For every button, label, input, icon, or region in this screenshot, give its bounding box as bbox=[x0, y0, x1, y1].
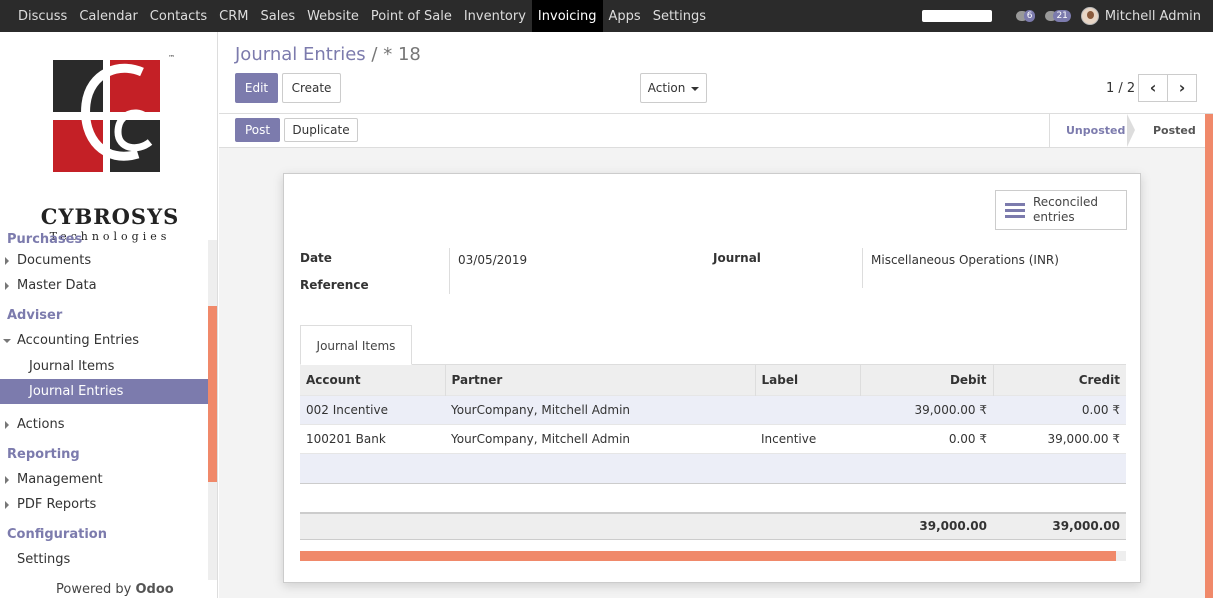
tab-journal-items[interactable]: Journal Items bbox=[300, 325, 412, 365]
menu-discuss[interactable]: Discuss bbox=[12, 0, 73, 32]
post-button[interactable]: Post bbox=[235, 118, 280, 142]
main-content: Journal Entries / * 18 Edit Create Actio… bbox=[219, 32, 1213, 598]
activities-badge: 21 bbox=[1053, 10, 1071, 22]
list-icon bbox=[1005, 200, 1025, 221]
sidebar-item-documents[interactable]: Documents bbox=[0, 248, 208, 273]
breadcrumb-journal-entries[interactable]: Journal Entries bbox=[235, 44, 366, 65]
status-pipeline: Unposted Posted bbox=[1049, 114, 1213, 147]
pager-next-button[interactable]: › bbox=[1167, 74, 1197, 102]
date-label: Date bbox=[300, 251, 332, 265]
status-posted[interactable]: Posted bbox=[1131, 114, 1213, 147]
menu-invoicing[interactable]: Invoicing bbox=[531, 0, 603, 32]
avatar[interactable] bbox=[1080, 7, 1099, 25]
sidebar-item-journal-items[interactable]: Journal Items bbox=[0, 354, 208, 379]
menu-contacts[interactable]: Contacts bbox=[144, 0, 213, 32]
chevron-right-icon: › bbox=[1178, 78, 1186, 97]
date-field[interactable]: 03/05/2019 bbox=[458, 253, 527, 267]
column-partner[interactable]: Partner bbox=[444, 365, 755, 395]
total-credit: 39,000.00 bbox=[993, 512, 1126, 540]
pager-value[interactable]: 1 / 2 bbox=[1106, 81, 1135, 96]
caret-down-icon bbox=[691, 86, 700, 91]
table-row[interactable]: 100201 Bank YourCompany, Mitchell Admin … bbox=[300, 423, 1126, 453]
reconciled-entries-button[interactable]: Reconciled entries bbox=[995, 190, 1127, 230]
sidebar-section-adviser: Adviser bbox=[7, 308, 63, 323]
duplicate-button[interactable]: Duplicate bbox=[284, 118, 358, 142]
breadcrumb-current: * 18 bbox=[383, 44, 421, 65]
messages-badge: 6 bbox=[1023, 10, 1036, 22]
menu-calendar[interactable]: Calendar bbox=[73, 0, 143, 32]
main-scrollbar-thumb[interactable] bbox=[1205, 114, 1213, 598]
menu-sales[interactable]: Sales bbox=[254, 0, 301, 32]
menu-point-of-sale[interactable]: Point of Sale bbox=[365, 0, 458, 32]
sidebar-section-configuration: Configuration bbox=[7, 527, 107, 542]
form-statusbar: Post Duplicate Unposted Posted bbox=[219, 114, 1213, 148]
column-debit[interactable]: Debit bbox=[859, 365, 993, 395]
table-row[interactable]: 002 Incentive YourCompany, Mitchell Admi… bbox=[300, 394, 1126, 424]
sidebar-scrollbar-thumb[interactable] bbox=[208, 306, 217, 482]
table-scrollbar-thumb[interactable] bbox=[300, 551, 1116, 561]
column-credit[interactable]: Credit bbox=[992, 365, 1126, 395]
sidebar-item-pdf-reports[interactable]: PDF Reports bbox=[0, 492, 208, 517]
sidebar-section-purchases: Purchases bbox=[7, 232, 83, 247]
journal-items-table: Account Partner Label Debit Credit 002 I… bbox=[300, 365, 1126, 540]
column-label[interactable]: Label bbox=[754, 365, 860, 395]
sidebar-item-actions[interactable]: Actions bbox=[0, 412, 208, 437]
form-sheet: Reconciled entries Date 03/05/2019 Refere… bbox=[283, 173, 1141, 583]
table-row-empty[interactable] bbox=[300, 452, 1126, 483]
sidebar-section-reporting: Reporting bbox=[7, 447, 80, 462]
sidebar-item-master-data[interactable]: Master Data bbox=[0, 273, 208, 298]
menu-inventory[interactable]: Inventory bbox=[458, 0, 532, 32]
table-total-row: 39,000.00 39,000.00 bbox=[300, 512, 1126, 540]
app-menu: Discuss Calendar Contacts CRM Sales Webs… bbox=[0, 0, 712, 32]
control-panel: Journal Entries / * 18 Edit Create Actio… bbox=[219, 32, 1213, 114]
sidebar-item-settings[interactable]: Settings bbox=[0, 547, 208, 572]
sidebar-item-accounting-entries[interactable]: Accounting Entries bbox=[0, 328, 208, 353]
column-account[interactable]: Account bbox=[300, 365, 445, 395]
edit-button[interactable]: Edit bbox=[235, 73, 278, 103]
sidebar-item-journal-entries[interactable]: Journal Entries bbox=[0, 379, 208, 404]
reference-label: Reference bbox=[300, 278, 369, 292]
status-unposted: Unposted bbox=[1049, 114, 1131, 147]
messages-button[interactable]: 6 bbox=[1015, 10, 1036, 22]
total-debit: 39,000.00 bbox=[860, 512, 993, 540]
activities-button[interactable]: 21 bbox=[1045, 10, 1071, 22]
sidebar-menu: Purchases Documents Master Data Adviser … bbox=[0, 232, 208, 572]
menu-website[interactable]: Website bbox=[301, 0, 365, 32]
breadcrumb: Journal Entries / * 18 bbox=[235, 44, 421, 65]
journal-label: Journal bbox=[713, 251, 761, 265]
powered-by: Powered by Odoo bbox=[56, 582, 174, 597]
journal-field[interactable]: Miscellaneous Operations (INR) bbox=[871, 253, 1059, 267]
sidebar-item-management[interactable]: Management bbox=[0, 467, 208, 492]
user-name[interactable]: Mitchell Admin bbox=[1105, 9, 1201, 24]
action-dropdown[interactable]: Action bbox=[640, 73, 707, 103]
pager-previous-button[interactable]: ‹ bbox=[1138, 74, 1168, 102]
chevron-left-icon: ‹ bbox=[1149, 78, 1157, 97]
sidebar: ™ CYBROSYS Technologies Purchases Docume… bbox=[0, 32, 218, 598]
company-logo: ™ CYBROSYS Technologies bbox=[40, 54, 180, 243]
menu-settings[interactable]: Settings bbox=[647, 0, 712, 32]
menu-apps[interactable]: Apps bbox=[603, 0, 647, 32]
create-button[interactable]: Create bbox=[282, 73, 341, 103]
menu-crm[interactable]: CRM bbox=[213, 0, 254, 32]
search-bar[interactable] bbox=[921, 10, 992, 22]
table-horizontal-scrollbar[interactable] bbox=[300, 551, 1126, 561]
top-navbar: Discuss Calendar Contacts CRM Sales Webs… bbox=[0, 0, 1213, 32]
